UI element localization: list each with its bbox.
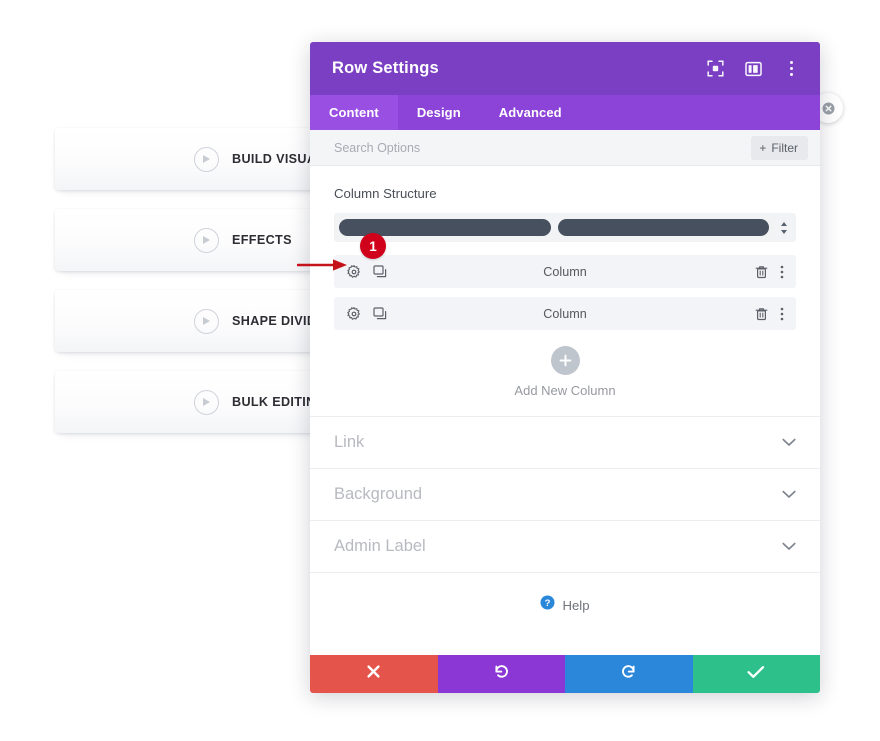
cancel-button[interactable] <box>310 655 438 693</box>
section-toggle-link[interactable]: Link <box>310 416 820 468</box>
help-button[interactable]: ? Help <box>540 595 590 615</box>
plus-icon: + <box>759 140 767 155</box>
more-vertical-icon[interactable] <box>782 60 800 78</box>
accordion-item-label: EFFECTS <box>232 233 292 247</box>
add-new-column-label: Add New Column <box>514 383 616 398</box>
modal-header: Row Settings <box>310 42 820 95</box>
filter-button[interactable]: + Filter <box>751 135 808 160</box>
column-structure-label: Column Structure <box>334 186 437 201</box>
close-x-icon <box>366 664 381 684</box>
modal-header-actions <box>706 60 800 78</box>
redo-button[interactable] <box>565 655 693 693</box>
structure-preview-column-2 <box>557 219 769 236</box>
play-circle-icon <box>194 308 219 334</box>
page-title: Row Settings <box>332 59 439 77</box>
screen-root: BUILD VISUALLY EFFECTS SHAPE DIVIDERS BU… <box>0 0 880 741</box>
help-label: Help <box>562 597 590 613</box>
search-input[interactable] <box>334 140 752 155</box>
duplicate-icon[interactable] <box>373 306 387 321</box>
column-list: Column Column <box>334 255 796 330</box>
filter-button-label: Filter <box>771 140 798 155</box>
red-pointer-arrow <box>296 258 349 277</box>
more-vertical-icon[interactable] <box>780 265 784 279</box>
chevron-down-icon <box>782 434 796 452</box>
play-circle-icon <box>194 389 219 415</box>
tab-advanced[interactable]: Advanced <box>480 95 581 130</box>
gear-icon[interactable] <box>347 264 361 279</box>
tab-design[interactable]: Design <box>398 95 480 130</box>
search-bar: + Filter <box>310 130 820 166</box>
chevron-down-icon <box>782 486 796 504</box>
layout-split-icon[interactable] <box>744 60 762 78</box>
column-row-label: Column <box>543 306 587 321</box>
annotation-badge-1: 1 <box>360 233 386 259</box>
section-title: Link <box>334 433 365 451</box>
add-new-column-section: Add New Column <box>334 346 796 398</box>
section-title: Background <box>334 485 423 503</box>
section-toggle-background[interactable]: Background <box>310 468 820 520</box>
question-mark-icon: ? <box>540 595 555 615</box>
modal-action-bar <box>310 655 820 693</box>
svg-text:?: ? <box>545 598 551 609</box>
trash-icon[interactable] <box>755 307 768 321</box>
undo-button[interactable] <box>437 655 565 693</box>
modal-tabbar: Content Design Advanced <box>310 95 820 130</box>
chevron-down-icon <box>782 538 796 556</box>
undo-arrow-icon <box>493 663 510 685</box>
focus-mode-icon[interactable] <box>706 60 724 78</box>
duplicate-icon[interactable] <box>373 264 387 279</box>
section-toggle-admin-label[interactable]: Admin Label <box>310 520 820 572</box>
help-section: ? Help <box>310 572 820 615</box>
more-vertical-icon[interactable] <box>780 307 784 321</box>
gear-icon[interactable] <box>347 306 361 321</box>
trash-icon[interactable] <box>755 265 768 279</box>
tab-content[interactable]: Content <box>310 95 398 130</box>
up-down-arrows-icon[interactable] <box>776 221 792 235</box>
row-settings-modal: Row Settings Content Design Advanced Sea… <box>310 42 820 693</box>
save-button[interactable] <box>692 655 820 693</box>
modal-body: Column Structure Column Column Add New C… <box>310 166 820 655</box>
plus-icon <box>559 354 571 367</box>
redo-arrow-icon <box>620 663 637 685</box>
play-circle-icon <box>194 227 219 253</box>
add-new-column-button[interactable] <box>550 346 580 375</box>
column-structure-select[interactable] <box>334 213 796 242</box>
column-structure-section: Column Structure Column Column Add New C… <box>310 166 820 416</box>
play-circle-icon <box>194 146 219 172</box>
column-row-2[interactable]: Column <box>334 297 796 330</box>
column-row-label: Column <box>543 264 587 279</box>
checkmark-icon <box>747 665 765 684</box>
column-row-1[interactable]: Column <box>334 255 796 288</box>
section-title: Admin Label <box>334 537 426 555</box>
